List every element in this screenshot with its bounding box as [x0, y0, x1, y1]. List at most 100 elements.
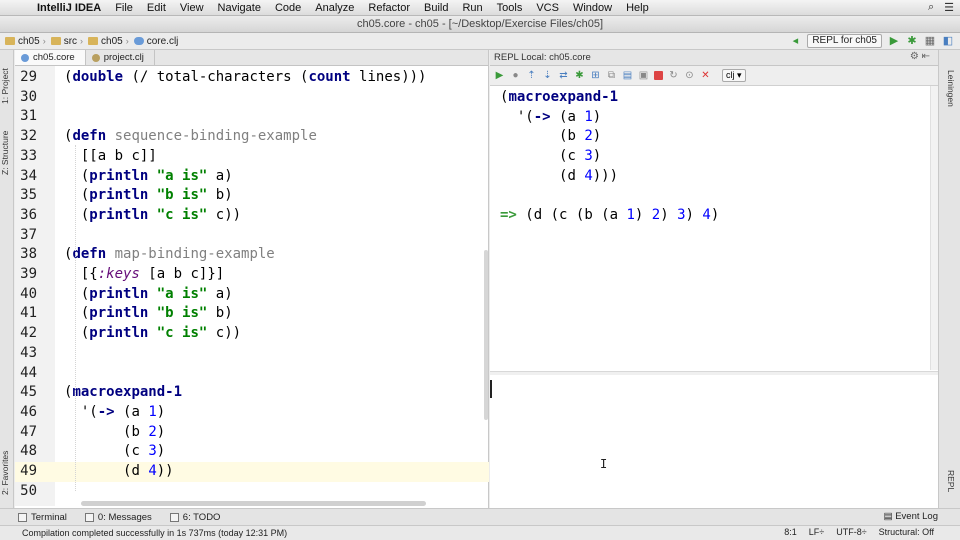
menu-window[interactable]: Window [566, 2, 619, 14]
stop-icon[interactable]: ● [510, 70, 521, 81]
code-line[interactable]: 49 (d 4)) [15, 462, 489, 482]
code-line[interactable]: 30 [15, 88, 489, 108]
tool-tab-repl[interactable]: REPL [946, 470, 956, 492]
indent-guide [75, 145, 76, 491]
structural-editing-toggle[interactable]: Structural: Off [879, 527, 934, 537]
repl-output-line: => (d (c (b (a 1) 2) 3) 4) [500, 207, 720, 224]
menu-navigate[interactable]: Navigate [211, 2, 268, 14]
history-up-icon[interactable]: ⇡ [526, 70, 537, 81]
run-config-back-icon[interactable]: ◂ [789, 35, 801, 47]
repl-language-select[interactable]: clj ▾ [722, 69, 746, 82]
spotlight-search-icon[interactable]: ⌕ [928, 1, 934, 14]
tool-tab-leiningen[interactable]: Leiningen [946, 70, 956, 107]
sync-namespace-icon[interactable]: ✱ [574, 70, 585, 81]
menu-file[interactable]: File [108, 2, 140, 14]
code-line[interactable]: 47 (b 2) [15, 423, 489, 443]
code-line[interactable]: 42 (println "c is" c)) [15, 324, 489, 344]
code-line[interactable]: 44 [15, 364, 489, 384]
tab-ch05-core[interactable]: ch05.core [15, 50, 86, 65]
menu-intellij[interactable]: IntelliJ IDEA [30, 2, 108, 14]
line-separator[interactable]: LF÷ [809, 527, 824, 537]
editor-vertical-scrollbar[interactable] [484, 250, 488, 420]
messages-tool-button[interactable]: 0: Messages [84, 512, 152, 523]
editor-horizontal-scrollbar[interactable] [81, 501, 426, 506]
run-icon[interactable]: ▶ [888, 35, 900, 47]
todo-tool-button[interactable]: 6: TODO [169, 512, 220, 523]
gear-icon[interactable]: ⚙ ⇤ [910, 51, 930, 62]
code-line[interactable]: 33 [[a b c]] [15, 147, 489, 167]
code-line[interactable]: 35 (println "b is" b) [15, 186, 489, 206]
folder-icon [5, 37, 15, 45]
code-line[interactable]: 41 (println "b is" b) [15, 304, 489, 324]
history-down-icon[interactable]: ⇣ [542, 70, 553, 81]
menu-code[interactable]: Code [268, 2, 308, 14]
file-encoding[interactable]: UTF-8÷ [836, 527, 866, 537]
run-tests-icon[interactable]: ⊞ [590, 70, 601, 81]
clear-output-icon[interactable]: ▤ [622, 70, 633, 81]
code-line[interactable]: 31 [15, 107, 489, 127]
text-caret [490, 380, 492, 398]
run-configuration-select[interactable]: REPL for ch05 [807, 34, 882, 48]
load-file-icon[interactable]: ⇄ [558, 70, 569, 81]
status-bar: Compilation completed successfully in 1s… [0, 525, 960, 540]
copy-icon[interactable]: ⧉ [606, 70, 617, 81]
line-number: 36 [20, 206, 37, 223]
repl-input[interactable]: I [490, 375, 938, 508]
terminal-tool-button[interactable]: Terminal [18, 512, 67, 523]
code-line[interactable]: 46 '(-> (a 1) [15, 403, 489, 423]
menu-vcs[interactable]: VCS [529, 2, 566, 14]
restart-icon[interactable]: ↻ [668, 70, 679, 81]
pin-icon[interactable]: ⊙ [684, 70, 695, 81]
soft-wrap-icon[interactable]: ▣ [638, 70, 649, 81]
breadcrumb-file[interactable]: core.clj [129, 36, 182, 47]
repl-output-line: (b 2) [500, 128, 602, 145]
repl-output-line: (macroexpand-1 [500, 89, 619, 105]
code-line[interactable]: 39 [{:keys [a b c]}] [15, 265, 489, 285]
code-line[interactable]: 32 (defn sequence-binding-example [15, 127, 489, 147]
code-line[interactable]: 29 (double (/ total-characters (count lin… [15, 68, 489, 88]
terminate-icon[interactable] [654, 71, 663, 80]
menu-help[interactable]: Help [619, 2, 656, 14]
tool-label: Event Log [895, 511, 938, 522]
code-line[interactable]: 36 (println "c is" c)) [15, 206, 489, 226]
code-line[interactable]: 45 (macroexpand-1 [15, 383, 489, 403]
caret-position[interactable]: 8:1 [784, 527, 797, 537]
breadcrumb-namespace[interactable]: ch05 [83, 36, 126, 47]
breadcrumb-project[interactable]: ch05 [0, 36, 43, 47]
clojure-file-icon [91, 53, 100, 62]
menu-tools[interactable]: Tools [490, 2, 530, 14]
menu-view[interactable]: View [173, 2, 211, 14]
code-line[interactable]: 40 (println "a is" a) [15, 285, 489, 305]
code-line[interactable]: 43 [15, 344, 489, 364]
menu-analyze[interactable]: Analyze [308, 2, 361, 14]
line-number: 32 [20, 128, 37, 145]
breadcrumb-src[interactable]: src [46, 36, 80, 47]
code-line[interactable]: 37 [15, 226, 489, 246]
close-icon[interactable]: ✕ [700, 70, 711, 81]
repl-output-scrollbar[interactable] [930, 86, 938, 370]
navigation-bar: ch05 › src › ch05 › core.clj ◂ REPL for … [0, 33, 960, 50]
menu-refactor[interactable]: Refactor [361, 2, 417, 14]
tool-tab-project[interactable]: 1: Project [0, 58, 14, 114]
tool-tab-favorites[interactable]: 2: Favorites [0, 442, 14, 504]
notification-list-icon[interactable]: ☰ [944, 1, 954, 14]
menu-edit[interactable]: Edit [140, 2, 173, 14]
debug-icon[interactable]: ✱ [906, 35, 918, 47]
code-line[interactable]: 48 (c 3) [15, 442, 489, 462]
code-text: '(-> (a 1) [64, 403, 166, 420]
code-line[interactable]: 50 [15, 482, 489, 502]
rerun-icon[interactable]: ▶ [494, 70, 505, 81]
code-area[interactable]: 29 (double (/ total-characters (count lin… [15, 66, 489, 506]
menu-build[interactable]: Build [417, 2, 455, 14]
tab-project-clj[interactable]: project.clj [86, 50, 155, 65]
tool-label: Terminal [31, 511, 67, 523]
project-structure-icon[interactable]: ▦ [924, 35, 936, 47]
right-tool-strip: Leiningen REPL [938, 50, 960, 508]
sdk-icon[interactable]: ◧ [942, 35, 954, 47]
code-line[interactable]: 34 (println "a is" a) [15, 167, 489, 187]
event-log-button[interactable]: ▤ Event Log [884, 511, 938, 522]
code-line[interactable]: 38 (defn map-binding-example [15, 245, 489, 265]
tool-tab-structure[interactable]: Z: Structure [0, 122, 14, 184]
menu-run[interactable]: Run [455, 2, 489, 14]
line-number: 40 [20, 285, 37, 302]
